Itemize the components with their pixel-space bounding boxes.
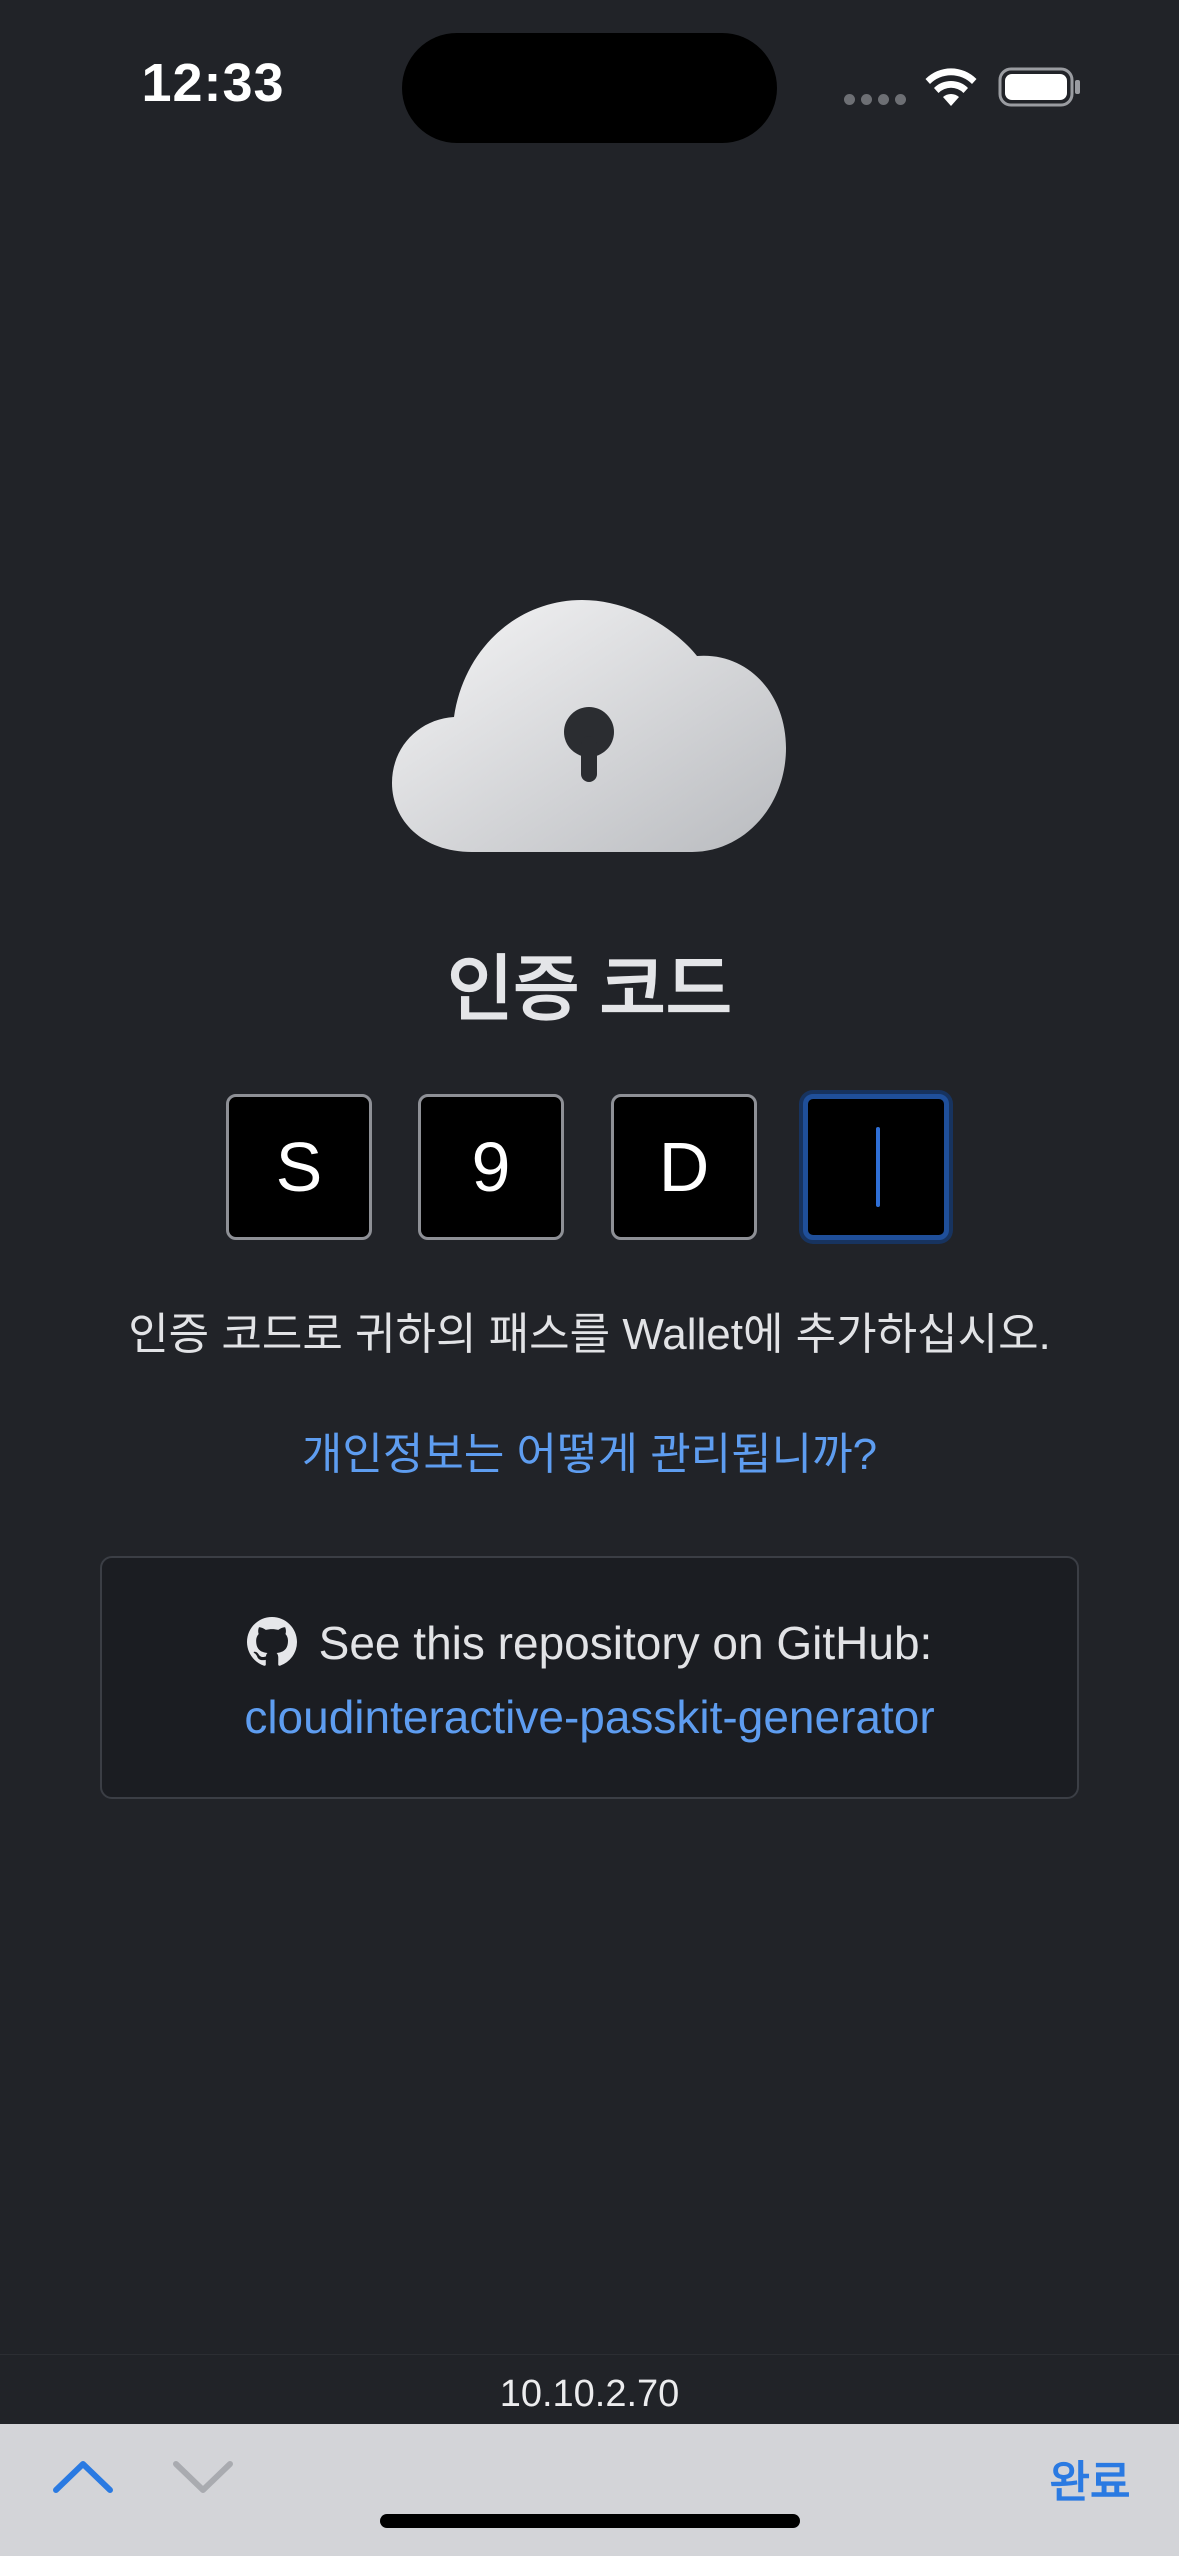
code-digit-1[interactable]: S xyxy=(226,1094,372,1240)
status-time: 12:33 xyxy=(141,53,285,113)
code-digit-3[interactable]: D xyxy=(611,1094,757,1240)
github-card: See this repository on GitHub: cloudinte… xyxy=(100,1556,1079,1799)
code-digit-2[interactable]: 9 xyxy=(418,1094,564,1240)
keyboard-toolbar: 완료 xyxy=(0,2424,1179,2556)
wifi-icon xyxy=(925,68,977,106)
done-button[interactable]: 완료 xyxy=(1030,2446,1150,2510)
chevron-down-icon[interactable] xyxy=(170,2452,236,2498)
instruction-text: 인증 코드로 귀하의 패스를 Wallet에 추가하십시오. xyxy=(128,1310,1051,1359)
code-digit-4[interactable] xyxy=(803,1094,949,1240)
chevron-up-icon[interactable] xyxy=(50,2452,116,2498)
cloud-lock-icon xyxy=(392,600,786,852)
repo-link[interactable]: cloudinteractive-passkit-generator xyxy=(102,1690,1077,1744)
github-label: See this repository on GitHub: xyxy=(318,1617,933,1669)
screen: 12:33 인증 코드 S 9 D 인증 코드로 귀하의 패스를 Wallet에… xyxy=(0,0,1179,2556)
text-caret xyxy=(876,1127,880,1207)
dynamic-island xyxy=(402,33,777,143)
address-bar[interactable]: 10.10.2.70 xyxy=(0,2354,1179,2425)
github-label-row: See this repository on GitHub: xyxy=(102,1616,1077,1670)
privacy-link[interactable]: 개인정보는 어떻게 관리됩니까? xyxy=(0,1418,1179,1482)
cellular-signal-icon xyxy=(844,94,906,106)
address-host: 10.10.2.70 xyxy=(499,2373,680,2415)
battery-icon xyxy=(998,67,1080,107)
page-title: 인증 코드 xyxy=(447,950,732,1030)
github-icon xyxy=(246,1617,297,1666)
home-indicator xyxy=(380,2514,800,2528)
